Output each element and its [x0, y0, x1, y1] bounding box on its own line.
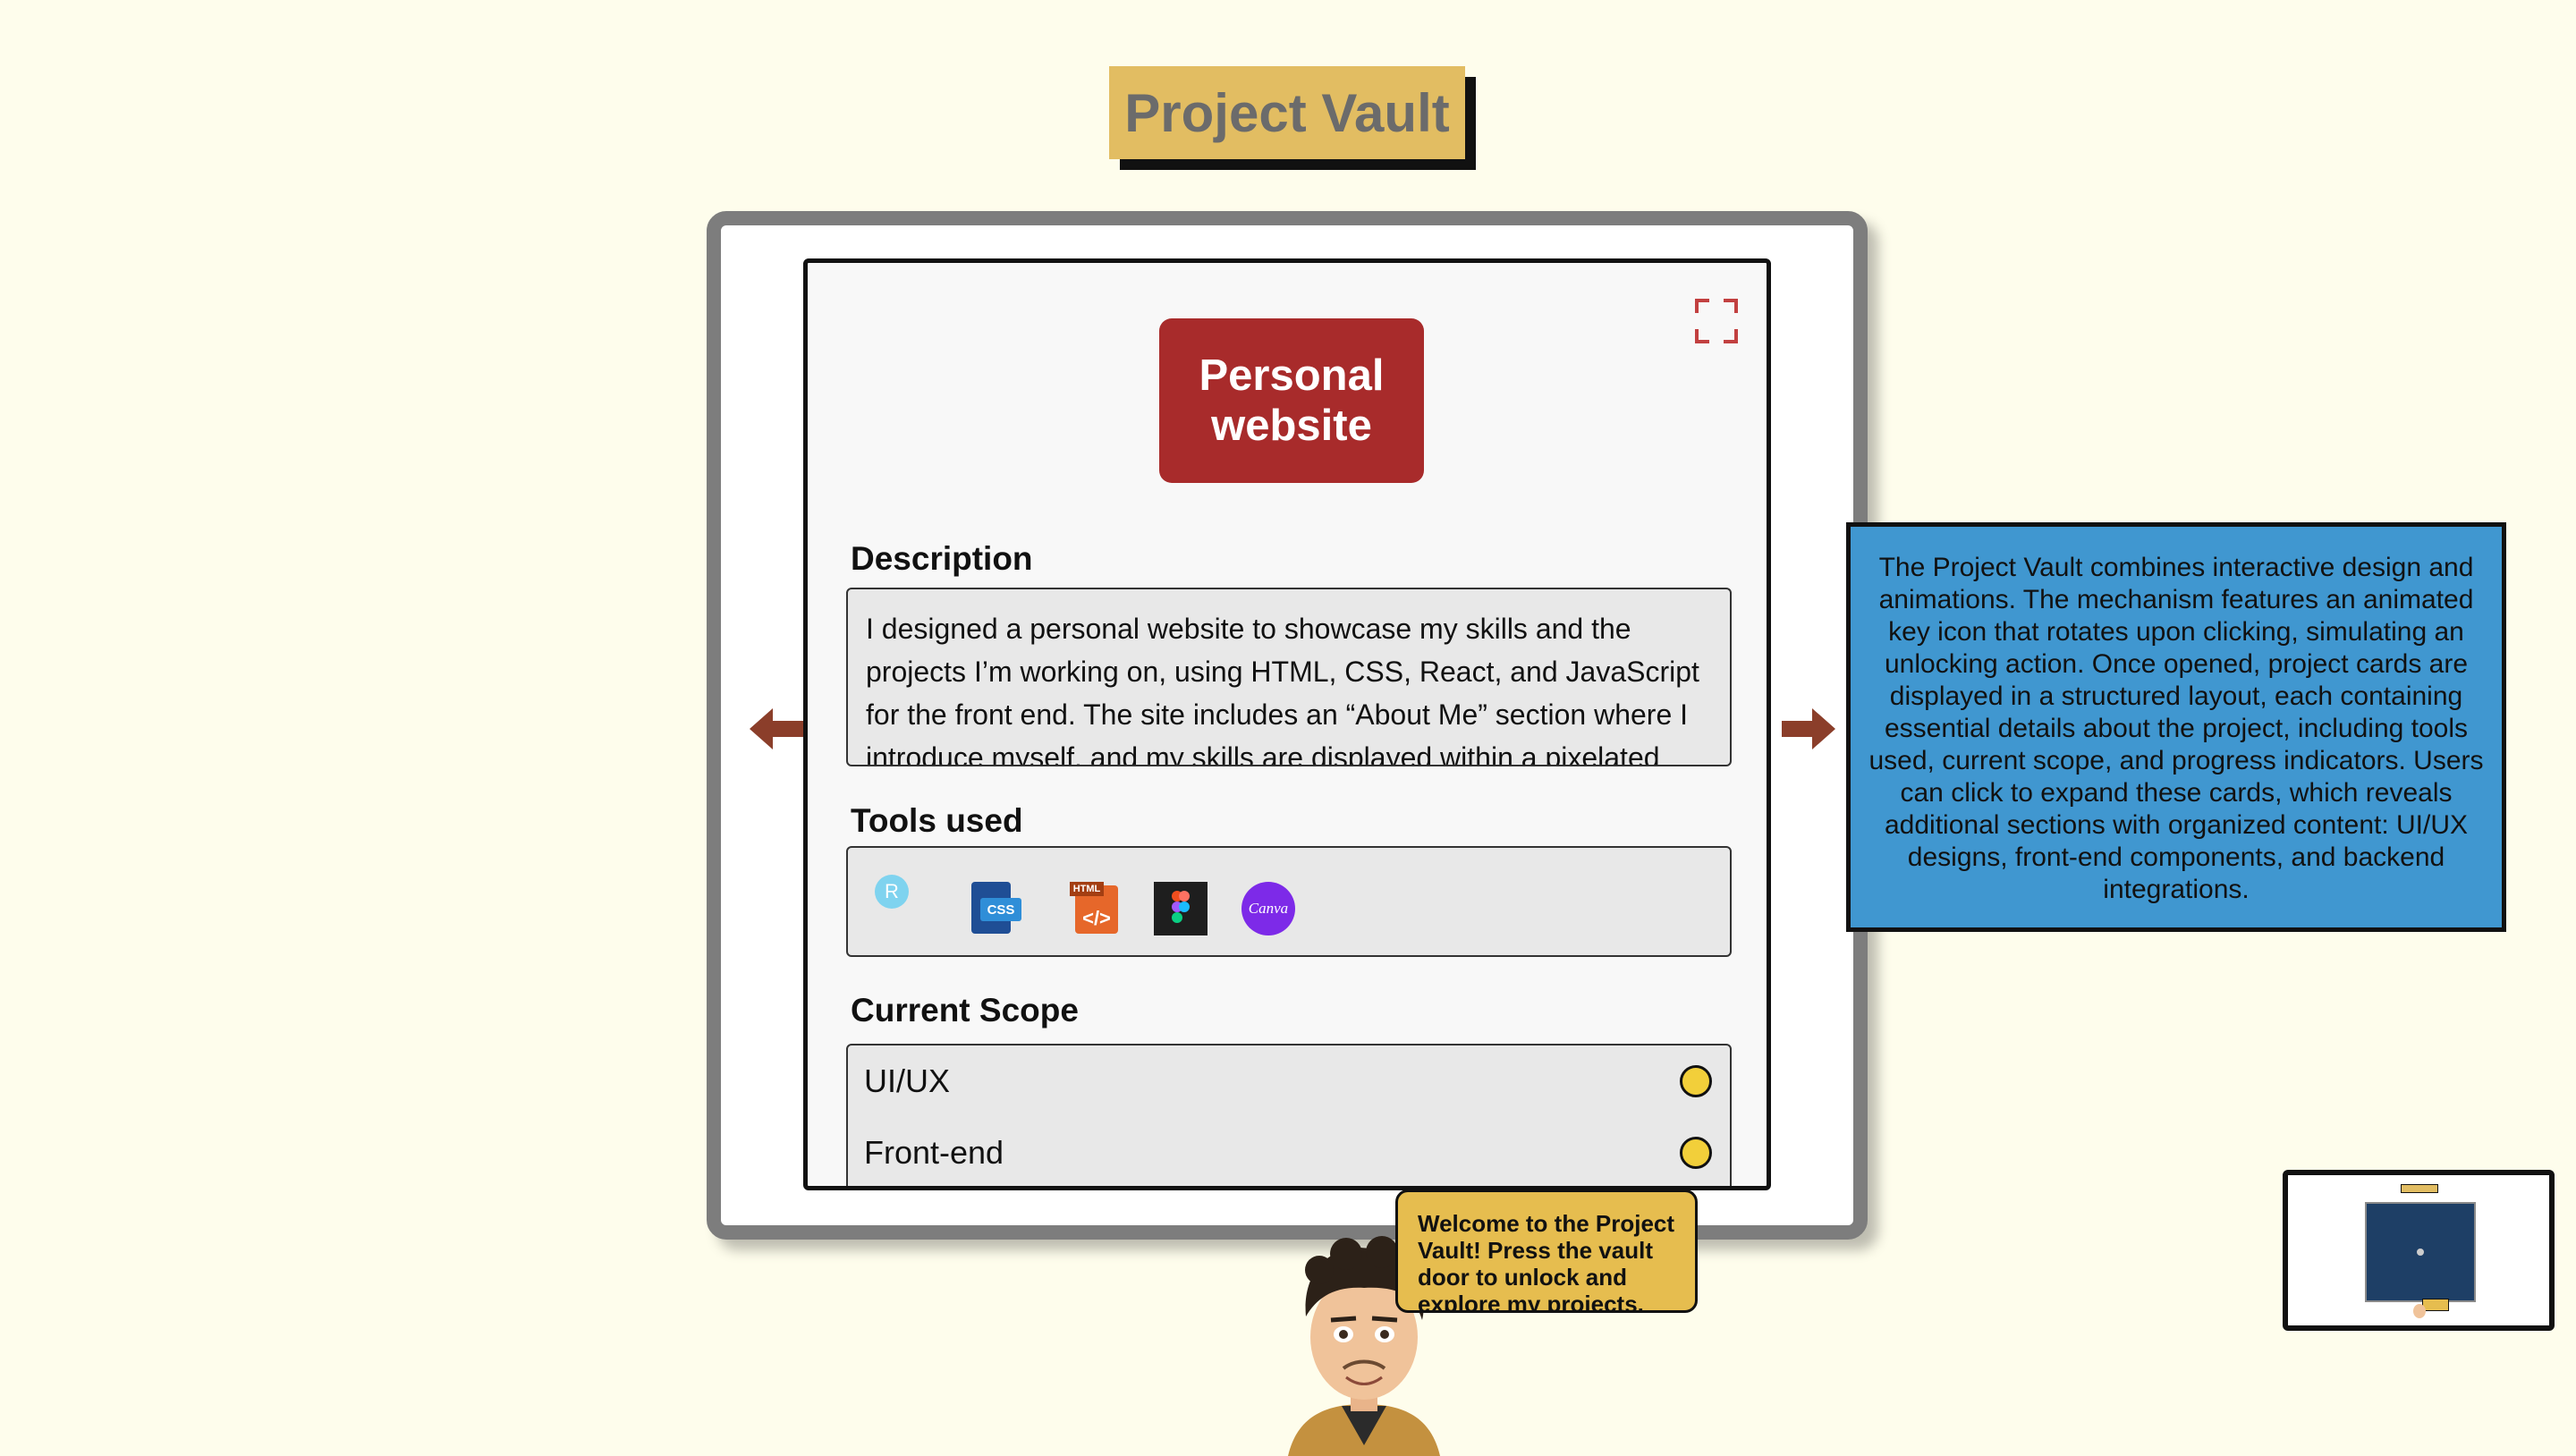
- scope-status-indicator[interactable]: [1680, 1065, 1712, 1097]
- figma-icon: [1154, 882, 1208, 935]
- html-icon-label: HTML: [1070, 882, 1104, 896]
- description-heading: Description: [851, 540, 1033, 577]
- welcome-speech-bubble: Welcome to the Project Vault! Press the …: [1395, 1189, 1698, 1313]
- minimap-vault: [2365, 1202, 2476, 1302]
- css-icon-label: CSS: [980, 898, 1021, 921]
- react-icon-letter: R: [885, 880, 899, 902]
- canva-icon-label: Canva: [1248, 900, 1289, 917]
- minimap-speech: [2422, 1299, 2449, 1311]
- scope-item-label: UI/UX: [864, 1062, 951, 1099]
- next-arrow-icon[interactable]: [1782, 708, 1835, 749]
- scope-heading: Current Scope: [851, 992, 1079, 1029]
- description-text[interactable]: I designed a personal website to showcas…: [846, 588, 1732, 766]
- tools-heading: Tools used: [851, 802, 1023, 839]
- previous-arrow-icon[interactable]: [750, 708, 803, 749]
- scope-item-frontend: Front-end: [864, 1126, 1712, 1180]
- tools-list: R CSS </> HTML Canva: [846, 846, 1732, 957]
- html-icon: </> HTML: [1070, 882, 1120, 934]
- scope-item-label: Front-end: [864, 1134, 1004, 1171]
- scope-status-indicator[interactable]: [1680, 1137, 1712, 1169]
- minimap-avatar: [2413, 1304, 2426, 1318]
- project-card[interactable]: Personal website Description I designed …: [803, 258, 1771, 1190]
- project-title: Personal website: [1159, 318, 1424, 483]
- react-icon: R: [875, 875, 909, 909]
- canva-icon: Canva: [1241, 882, 1295, 935]
- scope-item-uiux: UI/UX: [864, 1054, 1712, 1108]
- page-title: Project Vault: [1109, 66, 1465, 159]
- minimap-title: [2401, 1184, 2438, 1193]
- info-panel: The Project Vault combines interactive d…: [1846, 522, 2506, 932]
- minimap-preview[interactable]: [2283, 1170, 2555, 1331]
- scope-list: UI/UX Front-end: [846, 1044, 1732, 1186]
- css-icon: CSS: [971, 882, 1023, 934]
- expand-icon[interactable]: [1695, 299, 1738, 343]
